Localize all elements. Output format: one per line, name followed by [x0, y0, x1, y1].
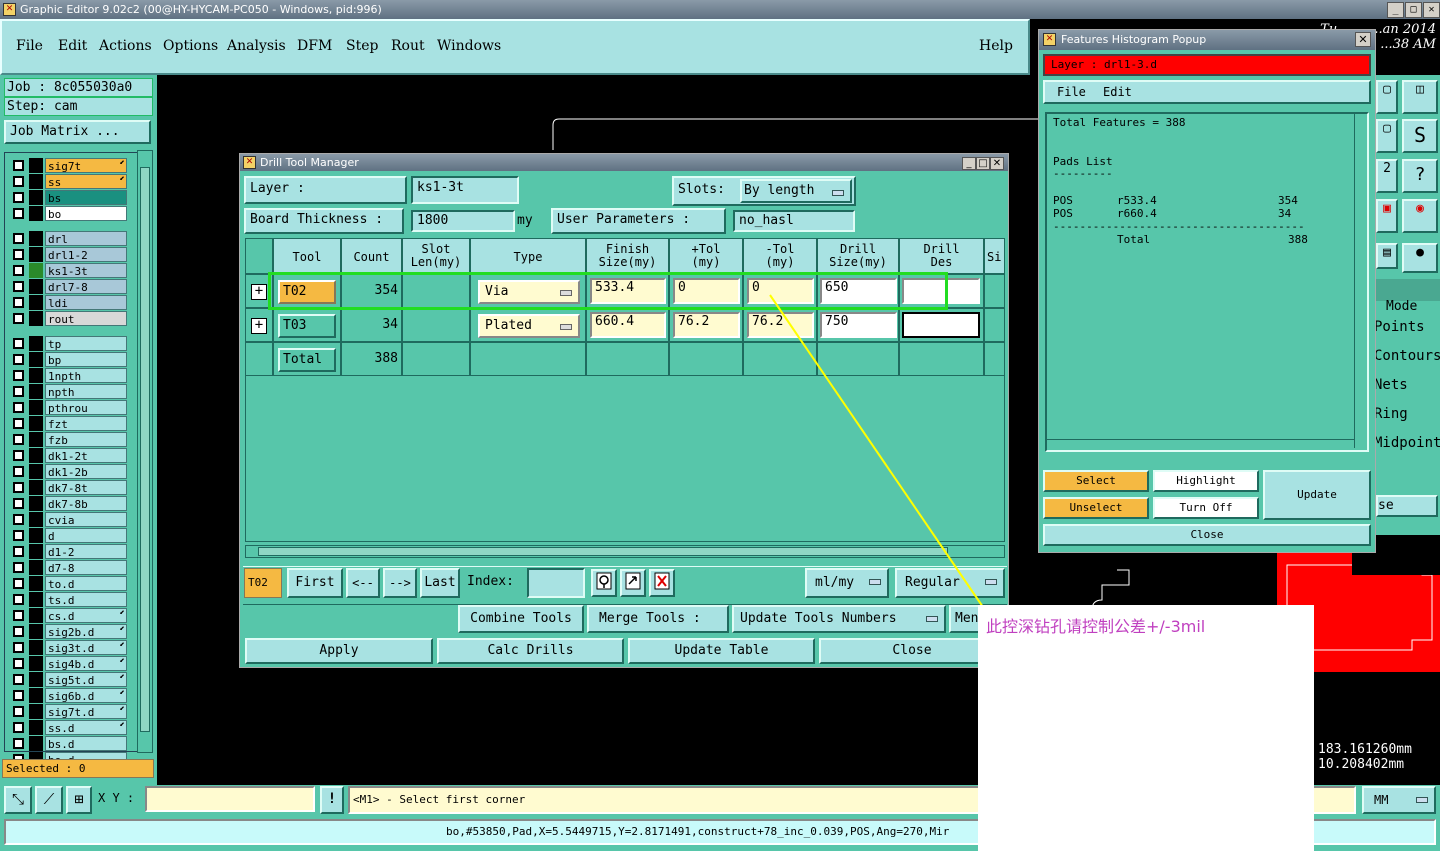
- coordinate-readout: 183.161260mm 10.208402mm: [1314, 742, 1440, 776]
- annotation-note: 此控深钻孔请控制公差+/-3mil: [978, 605, 1314, 851]
- coord-y: 10.208402mm: [1318, 757, 1405, 772]
- xy-input[interactable]: [145, 786, 315, 812]
- grid-icon[interactable]: ⊞: [66, 786, 92, 814]
- zoom-icon[interactable]: ⤡: [4, 786, 32, 814]
- measure-icon[interactable]: ⟋: [35, 786, 63, 814]
- alert-icon[interactable]: !: [320, 786, 344, 814]
- units-select[interactable]: MM: [1362, 786, 1436, 814]
- xy-label: X Y :: [98, 791, 135, 805]
- coord-x: 183.161260mm: [1318, 742, 1412, 757]
